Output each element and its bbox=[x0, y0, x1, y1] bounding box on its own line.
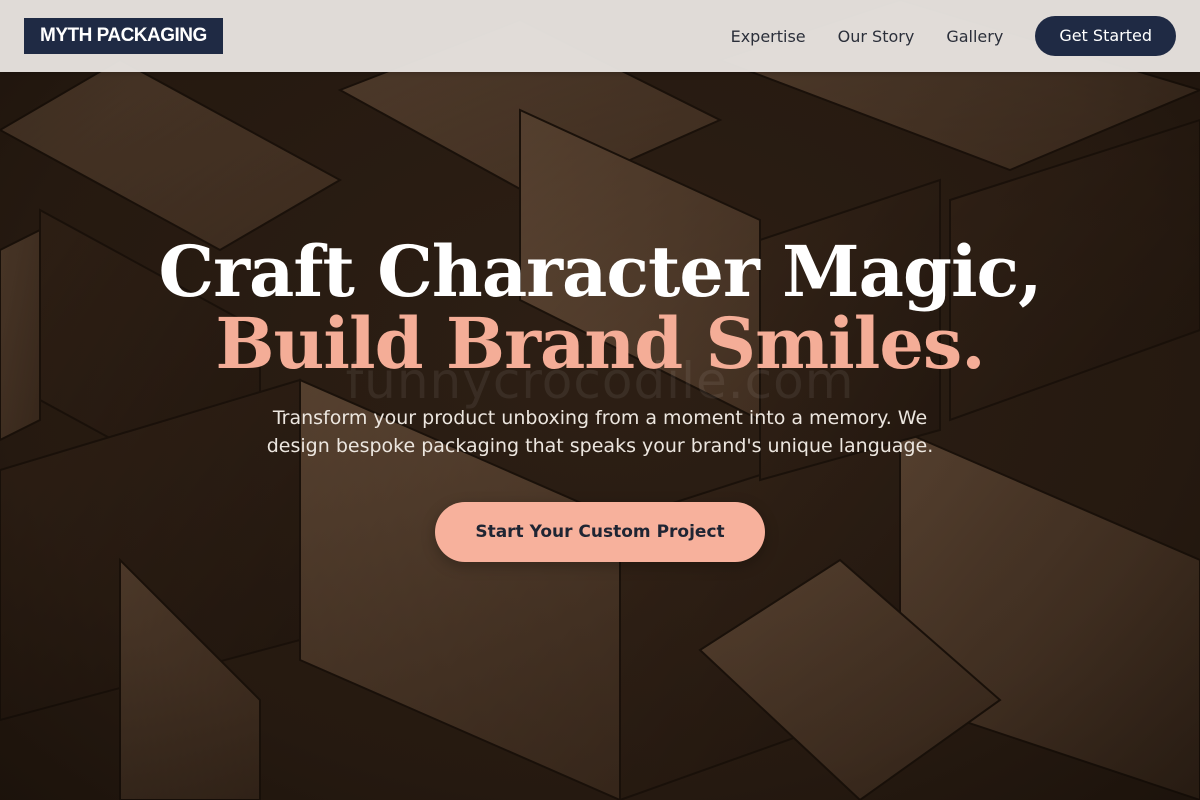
hero-section: Craft Character Magic, Build Brand Smile… bbox=[0, 236, 1200, 562]
hero-title-line2: Build Brand Smiles. bbox=[215, 302, 985, 385]
hero-title-line1: Craft Character Magic, bbox=[158, 230, 1042, 313]
hero-title: Craft Character Magic, Build Brand Smile… bbox=[0, 236, 1200, 380]
get-started-button[interactable]: Get Started bbox=[1035, 16, 1176, 56]
nav-link-our-story[interactable]: Our Story bbox=[838, 27, 915, 46]
navbar: MYTH PACKAGING Expertise Our Story Galle… bbox=[0, 0, 1200, 72]
nav-links: Expertise Our Story Gallery Get Started bbox=[731, 16, 1176, 56]
nav-link-expertise[interactable]: Expertise bbox=[731, 27, 806, 46]
landing-page: funnycrocodile.com MYTH PACKAGING Expert… bbox=[0, 0, 1200, 800]
nav-link-gallery[interactable]: Gallery bbox=[946, 27, 1003, 46]
logo[interactable]: MYTH PACKAGING bbox=[24, 18, 223, 54]
hero-subtitle: Transform your product unboxing from a m… bbox=[266, 407, 934, 457]
start-custom-project-button[interactable]: Start Your Custom Project bbox=[435, 502, 765, 562]
